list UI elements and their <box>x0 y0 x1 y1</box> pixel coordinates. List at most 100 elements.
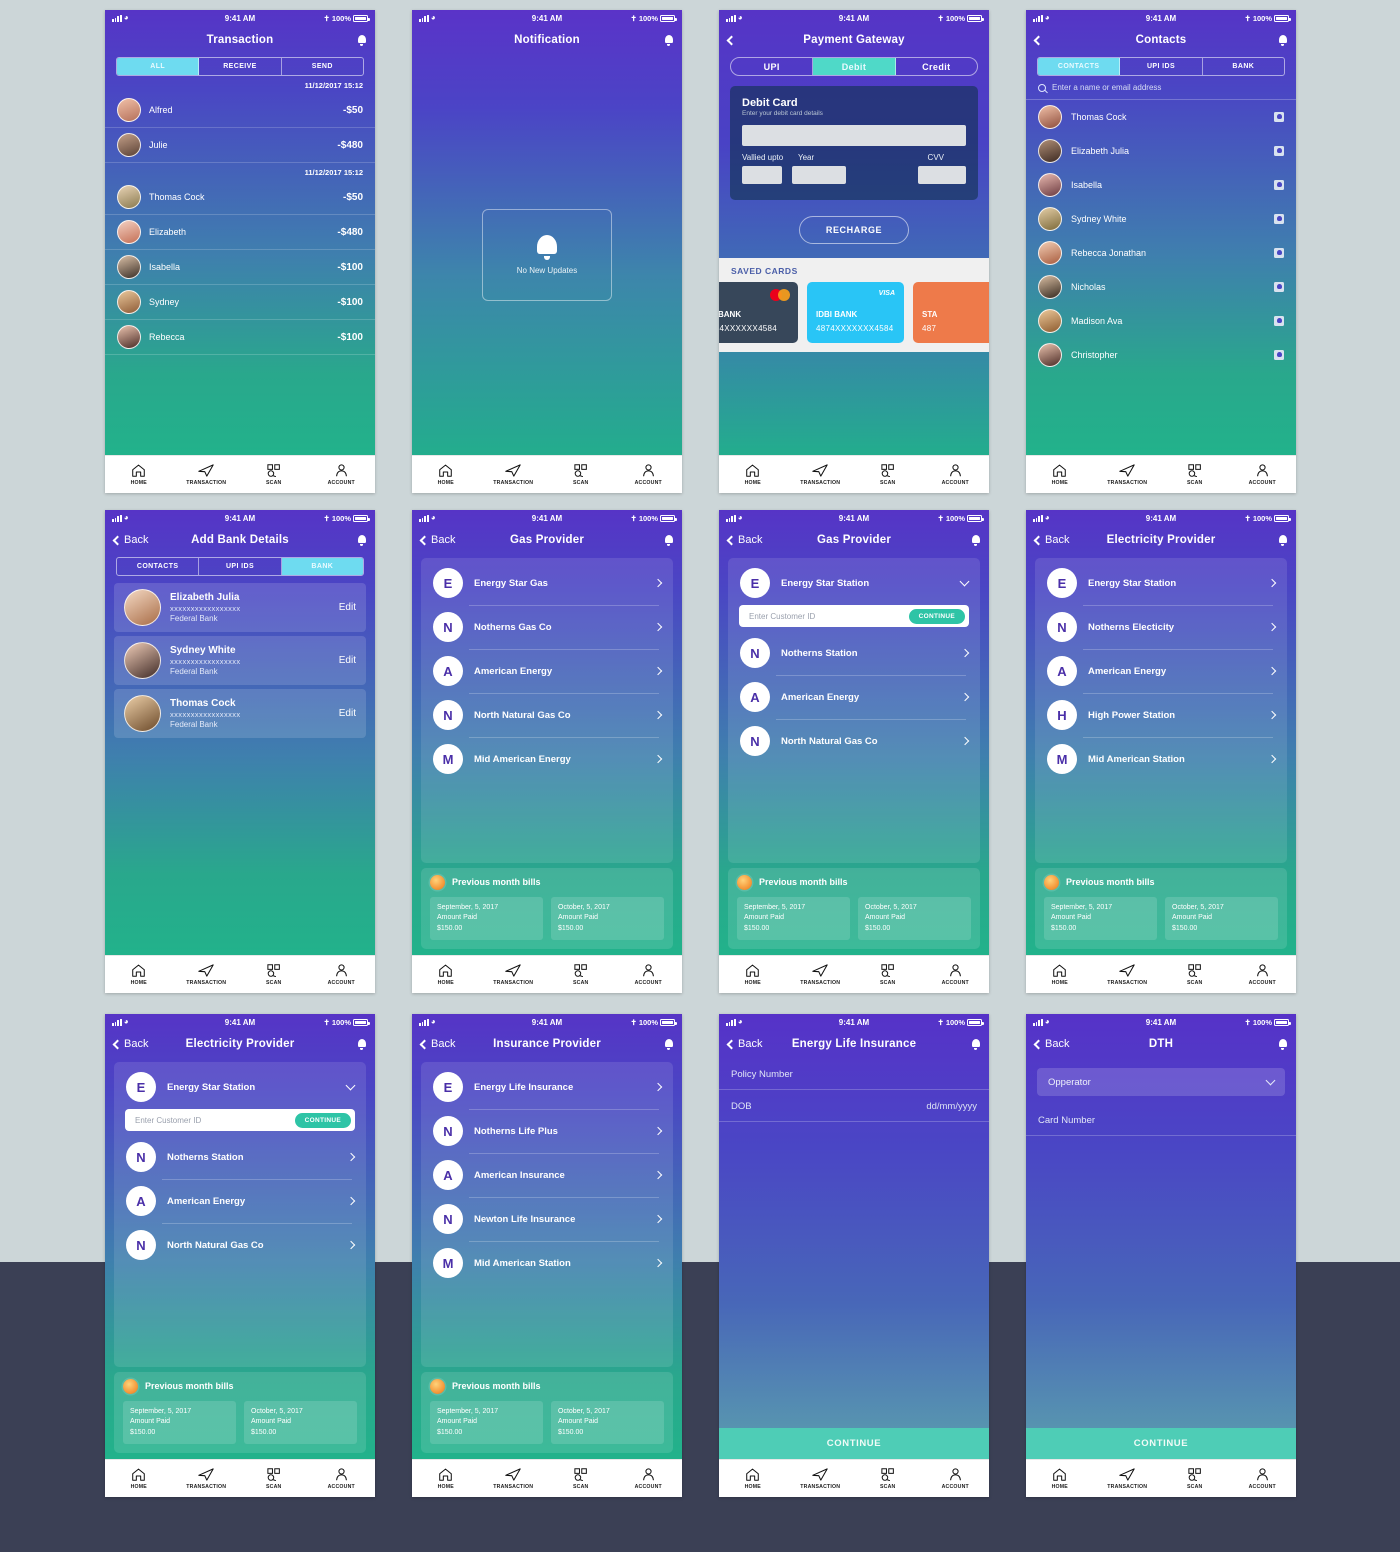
tab-transaction[interactable]: TRANSACTION <box>480 963 548 986</box>
back-button[interactable]: Back <box>419 534 455 546</box>
add-contact-icon[interactable] <box>1274 214 1284 224</box>
notification-bell-icon[interactable] <box>357 31 366 49</box>
customer-id-input[interactable]: Enter Customer ID <box>749 612 815 621</box>
notification-bell-icon[interactable] <box>1278 31 1287 49</box>
bill-card[interactable]: September, 5, 2017 Amount Paid $150.00 <box>1044 896 1157 940</box>
bottom-tab-bar[interactable]: HOME TRANSACTION SCAN ACCOUNT <box>105 455 375 493</box>
tab-scan[interactable]: SCAN <box>854 463 922 486</box>
notification-bell-icon[interactable] <box>971 1035 980 1053</box>
continue-button[interactable]: CONTINUE <box>719 1428 989 1459</box>
tab-receive[interactable]: RECEIVE <box>199 58 282 75</box>
tab-upi[interactable]: UPI <box>731 58 814 75</box>
tab-scan[interactable]: SCAN <box>240 963 308 986</box>
saved-card[interactable]: VISA IDBI BANK 4874XXXXXXX4584 <box>807 282 904 343</box>
bill-card[interactable]: September, 5, 2017 Amount Paid $150.00 <box>123 1400 236 1444</box>
list-item[interactable]: Thomas Cock xxxxxxxxxxxxxxxxx Federal Ba… <box>114 689 366 738</box>
tab-account[interactable]: ACCOUNT <box>615 963 683 986</box>
card-number-input[interactable] <box>742 125 966 146</box>
tab-home[interactable]: HOME <box>412 964 480 986</box>
tab-transaction[interactable]: TRANSACTION <box>1094 963 1162 986</box>
list-item[interactable]: Madison Ava <box>1026 304 1296 338</box>
add-contact-icon[interactable] <box>1274 146 1284 156</box>
dob-field[interactable]: DOB dd/mm/yyyy <box>719 1090 989 1122</box>
tab-transaction[interactable]: TRANSACTION <box>173 1467 241 1490</box>
list-item[interactable]: E Energy Star Gas <box>421 561 673 605</box>
list-item[interactable]: Nicholas <box>1026 270 1296 304</box>
back-button[interactable] <box>726 35 737 45</box>
list-item[interactable]: Thomas Cock <box>1026 100 1296 134</box>
tab-scan[interactable]: SCAN <box>854 1467 922 1490</box>
tab-scan[interactable]: SCAN <box>547 963 615 986</box>
search-row[interactable]: Enter a name or email address <box>1026 76 1296 100</box>
bottom-tab-bar[interactable]: HOME TRANSACTION SCAN ACCOUNT <box>412 1459 682 1497</box>
bottom-tab-bar[interactable]: HOME TRANSACTION SCAN ACCOUNT <box>105 1459 375 1497</box>
list-item[interactable]: N North Natural Gas Co <box>728 719 980 763</box>
back-button[interactable]: Back <box>726 1038 762 1050</box>
tab-home[interactable]: HOME <box>719 1468 787 1490</box>
list-item[interactable]: N Notherns Station <box>728 631 980 675</box>
provider-list[interactable]: E Energy Star Gas N Notherns Gas Co A Ameri… <box>421 558 673 863</box>
notification-bell-icon[interactable] <box>664 531 673 549</box>
list-item[interactable]: A American Energy <box>114 1179 366 1223</box>
list-item[interactable]: E Energy Life Insurance <box>421 1065 673 1109</box>
tab-account[interactable]: ACCOUNT <box>1229 963 1297 986</box>
bill-card[interactable]: September, 5, 2017 Amount Paid $150.00 <box>430 1400 543 1444</box>
list-item[interactable]: N North Natural Gas Co <box>114 1223 366 1267</box>
tab-home[interactable]: HOME <box>105 964 173 986</box>
tab-scan[interactable]: SCAN <box>854 963 922 986</box>
list-item[interactable]: M Mid American Station <box>1035 737 1287 781</box>
back-button[interactable]: Back <box>726 534 762 546</box>
tab-debit[interactable]: Debit <box>813 58 896 75</box>
customer-id-row[interactable]: Enter Customer ID CONTINUE <box>125 1109 355 1131</box>
tab-send[interactable]: SEND <box>282 58 363 75</box>
tab-all[interactable]: ALL <box>117 58 200 75</box>
back-button[interactable] <box>1033 35 1044 45</box>
tab-account[interactable]: ACCOUNT <box>922 963 990 986</box>
list-item[interactable]: N Notherns Life Plus <box>421 1109 673 1153</box>
bottom-tab-bar[interactable]: HOME TRANSACTION SCAN ACCOUNT <box>719 455 989 493</box>
contacts-list[interactable]: Thomas Cock Elizabeth Julia Isabella Syd… <box>1026 100 1296 455</box>
transaction-filter-tabs[interactable]: ALL RECEIVE SEND <box>116 57 364 76</box>
list-item[interactable]: N Newton Life Insurance <box>421 1197 673 1241</box>
tab-upi-ids[interactable]: UPI IDS <box>199 558 282 575</box>
add-contact-icon[interactable] <box>1274 248 1284 258</box>
tab-home[interactable]: HOME <box>1026 464 1094 486</box>
list-item[interactable]: N Notherns Electicity <box>1035 605 1287 649</box>
list-item[interactable]: A American Insurance <box>421 1153 673 1197</box>
bill-card[interactable]: October, 5, 2017 Amount Paid $150.00 <box>244 1400 357 1444</box>
search-input[interactable]: Enter a name or email address <box>1052 83 1161 92</box>
notification-bell-icon[interactable] <box>664 1035 673 1053</box>
notification-bell-icon[interactable] <box>664 31 673 49</box>
bank-accounts-list[interactable]: Elizabeth Julia xxxxxxxxxxxxxxxxx Federa… <box>105 576 375 955</box>
list-item[interactable]: Isabella <box>1026 168 1296 202</box>
list-item[interactable]: E Energy Star Station <box>1035 561 1287 605</box>
continue-button[interactable]: CONTINUE <box>1026 1428 1296 1459</box>
tab-home[interactable]: HOME <box>105 464 173 486</box>
notification-bell-icon[interactable] <box>971 531 980 549</box>
tab-credit[interactable]: Credit <box>896 58 977 75</box>
notification-bell-icon[interactable] <box>1278 531 1287 549</box>
list-item-expanded[interactable]: E Energy Star Station <box>114 1065 366 1109</box>
bottom-tab-bar[interactable]: HOME TRANSACTION SCAN ACCOUNT <box>719 1459 989 1497</box>
provider-list[interactable]: E Energy Star Station Enter Customer ID C… <box>114 1062 366 1367</box>
tab-account[interactable]: ACCOUNT <box>615 463 683 486</box>
list-item[interactable]: Sydney White xxxxxxxxxxxxxxxxx Federal B… <box>114 636 366 685</box>
add-contact-icon[interactable] <box>1274 282 1284 292</box>
saved-cards-carousel[interactable]: C BANK 874XXXXXX4584 VISA IDBI BANK 4874… <box>719 282 989 352</box>
list-item[interactable]: Christopher <box>1026 338 1296 372</box>
list-item[interactable]: M Mid American Station <box>421 1241 673 1285</box>
card-number-field[interactable]: Card Number <box>1026 1104 1296 1136</box>
tab-account[interactable]: ACCOUNT <box>922 1467 990 1490</box>
table-row[interactable]: Alfred -$50 <box>105 93 375 128</box>
tab-contacts[interactable]: CONTACTS <box>1038 58 1121 75</box>
tab-transaction[interactable]: TRANSACTION <box>1094 1467 1162 1490</box>
tab-bank[interactable]: BANK <box>281 558 363 575</box>
saved-card[interactable]: STA 487 <box>913 282 989 343</box>
contacts-tabs[interactable]: CONTACTS UPI IDS BANK <box>1037 57 1285 76</box>
tab-account[interactable]: ACCOUNT <box>615 1467 683 1490</box>
tab-home[interactable]: HOME <box>1026 964 1094 986</box>
add-contact-icon[interactable] <box>1274 112 1284 122</box>
back-button[interactable]: Back <box>112 534 148 546</box>
list-item-expanded[interactable]: E Energy Star Station <box>728 561 980 605</box>
tab-transaction[interactable]: TRANSACTION <box>787 1467 855 1490</box>
